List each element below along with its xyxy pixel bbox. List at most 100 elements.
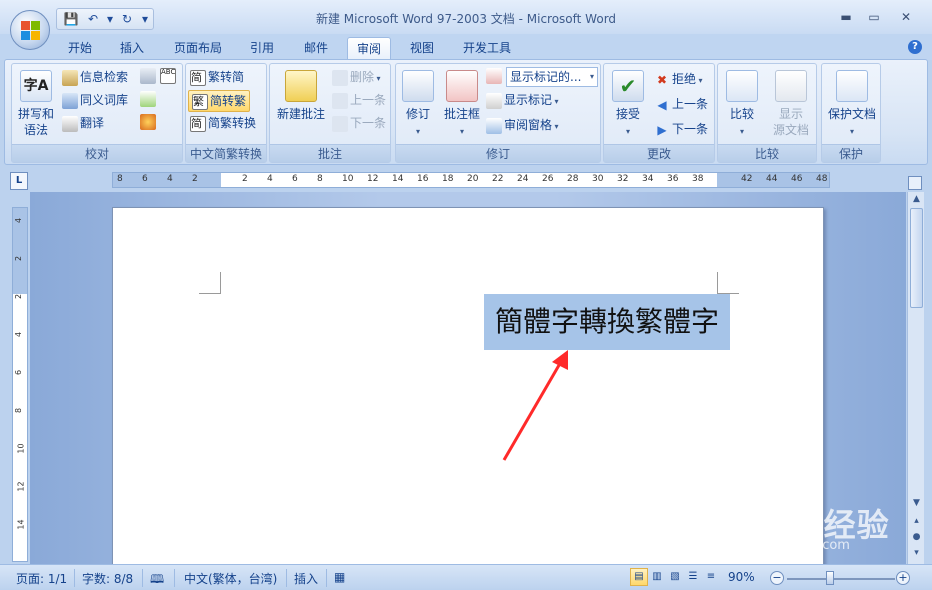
- display-for-review-button[interactable]: [486, 68, 504, 84]
- ruler-number: 24: [517, 174, 529, 184]
- thesaurus-button[interactable]: 同义词库: [62, 91, 128, 109]
- reject-button[interactable]: ✖ 拒绝 ▾: [654, 70, 703, 88]
- accept-button[interactable]: ✔ 接受 ▾: [606, 66, 650, 142]
- compare-button[interactable]: 比较 ▾: [720, 66, 764, 142]
- group-changes: ✔ 接受 ▾ ✖ 拒绝 ▾ ◀ 上一条 ▶ 下一条 更改: [603, 63, 715, 163]
- tab-references[interactable]: 引用: [242, 37, 282, 60]
- simplified-to-traditional-button[interactable]: 繁简转繁: [188, 90, 251, 112]
- research-button[interactable]: 信息检索: [62, 68, 128, 86]
- spelling-grammar-button[interactable]: 字A 拼写和 语法: [14, 66, 58, 142]
- track-changes-icon: [402, 70, 434, 102]
- display-review-icon: [486, 68, 502, 84]
- scroll-thumb[interactable]: [910, 208, 923, 308]
- web-layout-icon[interactable]: ▧: [666, 568, 684, 586]
- show-source-documents-button[interactable]: 显示 源文档: [766, 66, 816, 142]
- horizontal-ruler[interactable]: 8 6 4 2 2 4 6 8 10 12 14 16 18 20 22 24 26 28 30 32 34 36 38 42…: [112, 172, 830, 188]
- minimize-button[interactable]: ▬: [832, 8, 860, 26]
- previous-change-icon: ◀: [657, 97, 667, 112]
- tab-stop-selector[interactable]: L: [10, 172, 28, 190]
- tab-insert[interactable]: 插入: [112, 37, 152, 60]
- print-layout-view-icon[interactable]: ▤: [630, 568, 648, 586]
- group-label-comments: 批注: [270, 144, 390, 162]
- previous-change-label: 上一条: [672, 97, 709, 111]
- translation-tip-icon: [140, 68, 156, 84]
- next-comment-label: 下一条: [350, 116, 387, 130]
- ruler-number: 12: [367, 174, 379, 184]
- ruler-number: 28: [567, 174, 579, 184]
- full-screen-reading-icon[interactable]: ▥: [648, 568, 666, 586]
- reviewing-pane-label: 审阅窗格: [504, 118, 553, 132]
- outline-view-icon[interactable]: ☰: [684, 568, 702, 586]
- group-chinese-conversion: 简繁转简 繁简转繁 简简繁转换 中文简繁转换: [185, 63, 267, 163]
- show-markup-button[interactable]: 显示标记 ▾: [486, 91, 559, 109]
- display-for-review-combo[interactable]: 显示标记的... ▾: [506, 67, 598, 87]
- spelling-label: 拼写和 语法: [17, 107, 54, 137]
- word-count-abc-button[interactable]: ABC: [160, 68, 178, 84]
- status-language[interactable]: 中文(繁体，台湾): [184, 570, 277, 587]
- view-ruler-icon[interactable]: [908, 176, 922, 190]
- tab-page-layout[interactable]: 页面布局: [166, 37, 230, 60]
- maximize-button[interactable]: ▭: [860, 8, 888, 26]
- zoom-level[interactable]: 90%: [728, 570, 755, 584]
- tab-review[interactable]: 审阅: [347, 37, 391, 60]
- previous-comment-button[interactable]: 上一条: [332, 91, 386, 109]
- status-page[interactable]: 页面: 1/1: [16, 570, 67, 587]
- translate-button[interactable]: 翻译: [62, 114, 104, 132]
- zoom-slider-track[interactable]: [787, 578, 895, 580]
- previous-page-icon[interactable]: ▴: [909, 514, 924, 529]
- track-changes-button[interactable]: 修订 ▾: [398, 66, 438, 142]
- selected-text[interactable]: 簡體字轉換繁體字: [484, 294, 730, 350]
- balloons-button[interactable]: 批注框 ▾: [440, 66, 484, 142]
- ruler-number: 4: [267, 174, 273, 184]
- set-language-button[interactable]: [140, 91, 158, 107]
- new-comment-icon: [285, 70, 317, 102]
- status-separator: [74, 569, 75, 587]
- delete-comment-button[interactable]: 删除 ▾: [332, 68, 381, 86]
- zoom-slider-thumb[interactable]: [826, 571, 834, 585]
- macro-record-icon[interactable]: ▦: [334, 570, 345, 584]
- vertical-ruler-number: 4: [14, 331, 24, 338]
- next-comment-icon: [332, 115, 348, 132]
- delete-comment-icon: [332, 69, 348, 86]
- next-change-button[interactable]: ▶ 下一条: [654, 120, 708, 138]
- tab-view[interactable]: 视图: [402, 37, 442, 60]
- tab-developer[interactable]: 开发工具: [454, 37, 520, 60]
- vertical-ruler[interactable]: 4 2 2 4 6 8 10 12 14: [12, 207, 28, 562]
- margin-corner-top-left: [199, 272, 221, 294]
- group-label-chinese-conversion: 中文简繁转换: [186, 144, 266, 162]
- compare-label: 比较: [729, 107, 754, 121]
- chinese-conversion-button[interactable]: 简简繁转换: [190, 114, 256, 132]
- zoom-out-icon[interactable]: −: [770, 571, 784, 585]
- draft-view-icon[interactable]: ≡: [702, 568, 720, 586]
- office-button[interactable]: [10, 10, 50, 50]
- parental-control-button[interactable]: [140, 114, 158, 130]
- status-insert-mode[interactable]: 插入: [294, 570, 318, 587]
- proofing-status-icon[interactable]: 🕮: [150, 570, 164, 590]
- ruler-number: 48: [816, 174, 828, 184]
- ruler-number: 22: [492, 174, 504, 184]
- tab-mailings[interactable]: 邮件: [296, 37, 336, 60]
- previous-change-button[interactable]: ◀ 上一条: [654, 95, 708, 113]
- next-comment-button[interactable]: 下一条: [332, 114, 386, 132]
- margin-corner-top-right: [717, 272, 739, 294]
- traditional-to-simplified-button[interactable]: 简繁转简: [190, 68, 244, 86]
- translation-tip-button[interactable]: [140, 68, 158, 84]
- scroll-down-icon[interactable]: ▼: [909, 496, 924, 511]
- help-icon[interactable]: ?: [908, 40, 922, 54]
- zoom-in-icon[interactable]: +: [896, 571, 910, 585]
- group-tracking: 修订 ▾ 批注框 ▾ 显示标记的... ▾ 显示标记 ▾ 审阅窗格 ▾ 修订: [395, 63, 601, 163]
- next-page-icon[interactable]: ▾: [909, 546, 924, 561]
- vertical-scrollbar[interactable]: ▲ ▼ ▴ ● ▾: [907, 192, 924, 564]
- reviewing-pane-icon: [486, 117, 502, 134]
- new-comment-button[interactable]: 新建批注: [272, 66, 330, 142]
- browse-object-icon[interactable]: ●: [909, 530, 924, 545]
- ruler-number: 34: [642, 174, 654, 184]
- tab-home[interactable]: 开始: [60, 37, 100, 60]
- vertical-ruler-number: 6: [14, 369, 24, 376]
- protect-document-label: 保护文档: [827, 107, 876, 121]
- status-word-count[interactable]: 字数: 8/8: [82, 570, 133, 587]
- scroll-up-icon[interactable]: ▲: [909, 192, 924, 207]
- reviewing-pane-button[interactable]: 审阅窗格 ▾: [486, 116, 559, 134]
- protect-document-button[interactable]: 保护文档 ▾: [824, 66, 880, 142]
- close-button[interactable]: ✕: [892, 8, 920, 26]
